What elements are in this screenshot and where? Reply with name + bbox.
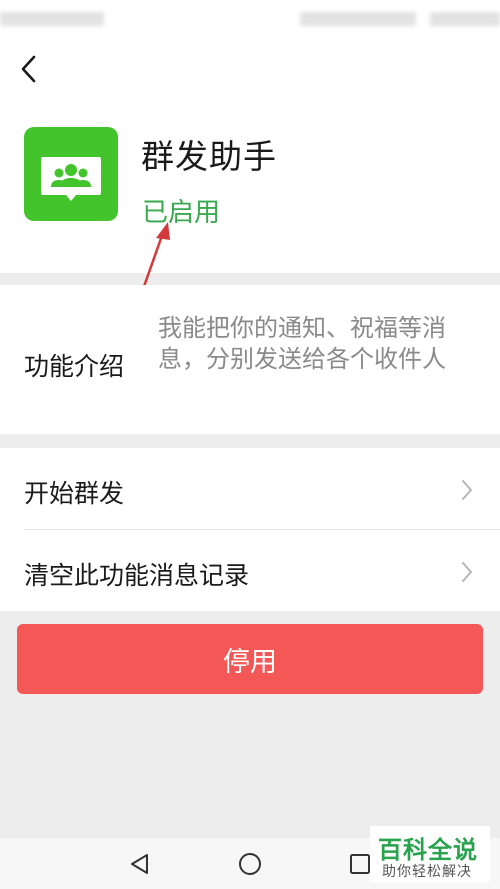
- status-badge: 已启用: [142, 198, 221, 228]
- chevron-left-icon: [21, 55, 36, 83]
- intro-section: 功能介绍 我能把你的通知、祝福等消息，分别发送给各个收件人: [0, 285, 500, 434]
- nav-back-button[interactable]: [126, 850, 154, 878]
- menu-section: 开始群发 清空此功能消息记录: [0, 448, 500, 611]
- status-bar: [0, 0, 500, 40]
- app-title: 群发助手: [141, 137, 277, 176]
- intro-description: 我能把你的通知、祝福等消息，分别发送给各个收件人: [158, 314, 446, 373]
- watermark: 百科全说 助你轻松解决: [370, 826, 490, 882]
- blurred-status-right: [430, 12, 500, 26]
- intro-label: 功能介绍: [24, 352, 125, 381]
- menu-item-label: 开始群发: [24, 479, 125, 508]
- group-broadcast-icon: [41, 157, 101, 201]
- blurred-status-left: [0, 12, 104, 26]
- back-button[interactable]: [14, 52, 44, 86]
- watermark-title: 百科全说: [378, 836, 478, 864]
- blurred-status-middle: [300, 12, 416, 26]
- circle-home-icon: [239, 853, 261, 875]
- watermark-subtitle: 助你轻松解决: [382, 864, 472, 880]
- chevron-right-icon: [462, 480, 472, 500]
- triangle-back-icon: [131, 854, 148, 874]
- menu-item-label: 清空此功能消息记录: [24, 561, 250, 590]
- app-header-section: 群发助手 已启用: [0, 40, 500, 273]
- menu-item-clear-history[interactable]: 清空此功能消息记录: [0, 530, 500, 612]
- chevron-right-icon: [462, 562, 472, 582]
- disable-button[interactable]: 停用: [17, 624, 483, 694]
- nav-home-button[interactable]: [236, 850, 264, 878]
- menu-item-start-broadcast[interactable]: 开始群发: [0, 448, 500, 530]
- app-icon: [24, 127, 118, 221]
